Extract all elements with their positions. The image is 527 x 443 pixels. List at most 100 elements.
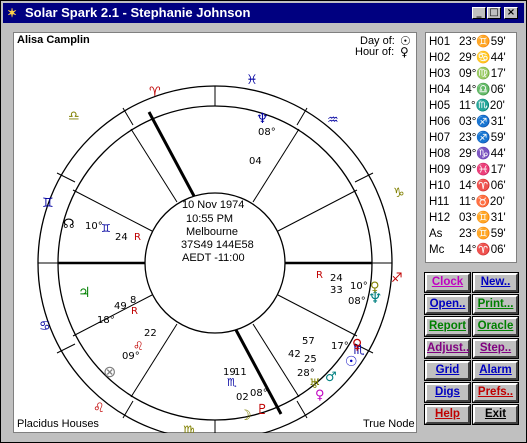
venus-42: 42	[288, 349, 301, 360]
house-label: H11	[429, 196, 450, 208]
print-button[interactable]: Print...	[472, 294, 519, 315]
moon-min: 24	[115, 232, 128, 243]
house-value: 29°♋44'	[459, 52, 506, 64]
title-bar[interactable]: ✶ Solar Spark 2.1 - Stephanie Johnson _ …	[3, 3, 524, 23]
center-timezone: AEDT -11:00	[182, 252, 245, 264]
house-label: H07	[429, 132, 451, 144]
pluto-r: R	[316, 270, 323, 281]
mercury-glyph-icon: ☽	[239, 408, 252, 424]
merc-08: 08°	[250, 388, 268, 399]
app-window: ✶ Solar Spark 2.1 - Stephanie Johnson _ …	[0, 0, 527, 443]
prefs-button[interactable]: Prefs..	[472, 382, 519, 403]
venus-57: 57	[302, 336, 315, 347]
planet-labels: ☊ 10° ♊ 24 R ♃ 18° 49 8 R 22 09° ♌ ⊗ 19 …	[63, 111, 382, 424]
help-button-label: Help	[435, 408, 460, 420]
pluto-glyph-icon: ♇	[256, 402, 269, 418]
oracle-button-label: Oracle	[477, 320, 514, 332]
house-row: Mc 14°♈06'	[429, 242, 506, 258]
house-value: 03°♊31'	[459, 212, 506, 224]
close-button[interactable]: ×	[504, 7, 518, 19]
center-place: Melbourne	[186, 226, 238, 238]
pluto-24: 24	[330, 273, 343, 284]
digs-button[interactable]: Digs	[424, 382, 471, 403]
report-button[interactable]: Report	[424, 316, 471, 337]
house-value: 14°♈06'	[459, 244, 506, 256]
pluto-10: 10°	[350, 281, 368, 292]
merc-02: 02	[236, 392, 249, 403]
grid-button[interactable]: Grid	[424, 360, 471, 381]
alarm-button[interactable]: Alarm	[472, 360, 519, 381]
libra-glyph-icon: ♎	[68, 109, 80, 124]
house-row: As 23°♊59'	[429, 226, 506, 242]
moon-glyph-icon: ☊	[63, 217, 75, 232]
new-button-label: New..	[480, 276, 511, 288]
jupiter-glyph-icon: ♃	[78, 285, 91, 301]
sun-planet-icon: ☉	[345, 354, 358, 370]
chart-panel[interactable]: Alisa Camplin Day of: ☉ Hour of: ♀ Placi…	[13, 32, 417, 433]
house-row: H03 09°♍17'	[429, 66, 506, 82]
minimize-button[interactable]: _	[472, 7, 486, 19]
adjust-button[interactable]: Adjust..	[424, 338, 471, 359]
aquarius-glyph-icon: ♒	[327, 113, 339, 128]
window-title: Solar Spark 2.1 - Stephanie Johnson	[25, 5, 251, 20]
open-button-label: Open..	[429, 298, 466, 310]
house-row: H07 23°♐59'	[429, 130, 506, 146]
scorpio-small-icon-a: ♏	[227, 376, 237, 389]
exit-button-label: Exit	[484, 408, 507, 420]
center-date: 10 Nov 1974	[182, 199, 245, 211]
venus-25: 25	[304, 354, 317, 365]
house-value: 11°♏20'	[459, 100, 505, 112]
app-icon[interactable]: ✶	[7, 6, 21, 20]
center-time: 10:55 PM	[186, 213, 234, 225]
house-label: As	[429, 228, 443, 240]
exit-button[interactable]: Exit	[472, 404, 519, 425]
house-label: Mc	[429, 244, 445, 256]
virgo-glyph-icon: ♍	[183, 424, 195, 433]
step-button[interactable]: Step..	[472, 338, 519, 359]
house-label: H04	[429, 84, 451, 96]
alarm-button-label: Alarm	[479, 364, 512, 376]
prefs-button-label: Prefs..	[477, 386, 514, 398]
house-value: 23°♐59'	[459, 132, 506, 144]
step-button-label: Step..	[479, 342, 512, 354]
house-value: 09°♍17'	[459, 68, 506, 80]
house-label: H09	[429, 164, 451, 176]
mercury-planet-icon: ♀	[315, 388, 325, 403]
neptune-top-icon: ♆	[256, 111, 269, 127]
venus-planet-icon: ♂	[325, 370, 337, 385]
house-label: H12	[429, 212, 451, 224]
rahu-r: R	[134, 232, 141, 243]
house-label: H01	[429, 36, 451, 48]
clock-button[interactable]: Clock	[424, 272, 471, 293]
house-row: H05 11°♏20'	[429, 98, 505, 114]
pisces-glyph-icon: ♓	[246, 73, 258, 88]
house-value: 09°♓17'	[459, 164, 506, 176]
clock-button-label: Clock	[431, 276, 464, 288]
report-button-label: Report	[428, 320, 467, 332]
leo-small-icon: ♌	[133, 339, 144, 353]
maximize-button[interactable]: □	[487, 7, 501, 19]
new-button[interactable]: New..	[472, 272, 519, 293]
house-row: H09 09°♓17'	[429, 162, 506, 178]
house-label: H02	[429, 52, 451, 64]
house-value: 23°♊59'	[459, 36, 506, 48]
house-value: 03°♐31'	[459, 116, 506, 128]
help-button[interactable]: Help	[424, 404, 471, 425]
house-value: 14°♎06'	[459, 84, 506, 96]
house-value: 11°♉20'	[459, 196, 505, 208]
oracle-button[interactable]: Oracle	[472, 316, 519, 337]
house-row: H04 14°♎06'	[429, 82, 506, 98]
venus-17: 17°	[331, 341, 349, 352]
house-row: H11 11°♉20'	[429, 194, 505, 210]
pluto-33: 33	[330, 285, 343, 296]
open-button[interactable]: Open..	[424, 294, 471, 315]
mars-glyph-icon: ♀	[352, 337, 362, 353]
aries-glyph-icon: ♈	[149, 85, 161, 100]
house-label: H06	[429, 116, 451, 128]
cancer-glyph-icon: ♋	[39, 319, 51, 334]
jupiter-deg: 18°	[97, 315, 115, 326]
center-coords: 37S49 144E58	[181, 239, 254, 251]
uranus-glyph-icon: ♀	[370, 280, 380, 295]
jupiter-8: 8	[130, 295, 136, 306]
nep-08: 08°	[258, 127, 276, 138]
